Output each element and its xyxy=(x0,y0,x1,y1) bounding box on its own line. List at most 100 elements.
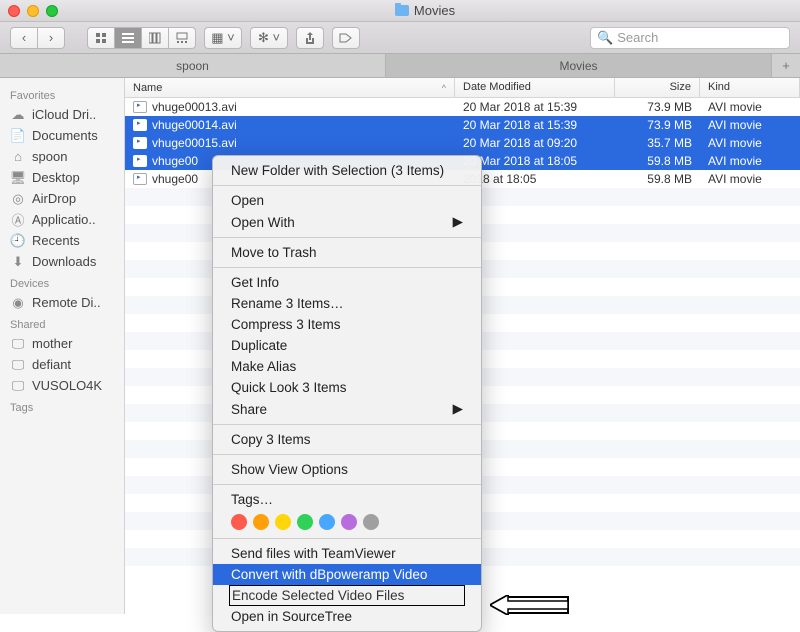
menu-tags-row xyxy=(213,510,481,534)
submenu-arrow-icon: ▶ xyxy=(453,214,463,230)
file-icon xyxy=(133,101,147,113)
col-size[interactable]: Size xyxy=(615,78,700,97)
new-tab-button[interactable]: + xyxy=(772,54,800,77)
menu-item[interactable]: Tags… xyxy=(213,489,481,510)
minimize-button[interactable] xyxy=(27,5,39,17)
menu-item[interactable]: Open With▶ xyxy=(213,211,481,233)
column-view-button[interactable] xyxy=(141,27,169,49)
action-button[interactable]: ✻ ˅ xyxy=(250,27,288,49)
menu-item[interactable]: Rename 3 Items… xyxy=(213,293,481,314)
share-button[interactable] xyxy=(296,27,324,49)
tag-color[interactable] xyxy=(253,514,269,530)
menu-item[interactable]: Quick Look 3 Items xyxy=(213,377,481,398)
menu-item[interactable]: New Folder with Selection (3 Items) xyxy=(213,160,481,181)
col-name[interactable]: Name^ xyxy=(125,78,455,97)
menu-item[interactable]: Copy 3 Items xyxy=(213,429,481,450)
maximize-button[interactable] xyxy=(46,5,58,17)
tag-color[interactable] xyxy=(231,514,247,530)
tag-color[interactable] xyxy=(363,514,379,530)
menu-item[interactable]: Duplicate xyxy=(213,335,481,356)
file-icon xyxy=(133,119,147,131)
sidebar-item-label: Documents xyxy=(32,128,98,143)
tag-color[interactable] xyxy=(319,514,335,530)
sidebar-item-recents[interactable]: 🕘Recents xyxy=(0,230,124,251)
sidebar-item-documents[interactable]: 📄 Documents xyxy=(0,125,124,146)
tags-button[interactable] xyxy=(332,27,360,49)
search-icon: 🔍 xyxy=(597,30,613,46)
file-icon xyxy=(133,155,147,167)
tag-color[interactable] xyxy=(275,514,291,530)
list-view-button[interactable] xyxy=(114,27,142,49)
menu-item[interactable]: Open in SourceTree xyxy=(213,606,481,627)
sidebar-item-spoon[interactable]: ⌂spoon xyxy=(0,146,124,167)
file-date: 20 Mar 2018 at 15:39 xyxy=(455,100,615,114)
sidebar-item-label: iCloud Dri.. xyxy=(32,107,96,122)
sidebar-item-label: VUSOLO4K xyxy=(32,378,102,393)
sidebar-item-defiant[interactable]: 🖵defiant xyxy=(0,354,124,375)
net-icon: 🖵 xyxy=(10,337,26,351)
annotation-arrow xyxy=(490,595,570,615)
file-kind: AVI movie xyxy=(700,118,800,132)
sidebar-item-label: Recents xyxy=(32,233,80,248)
tag-color[interactable] xyxy=(341,514,357,530)
cloud-icon: ☁ xyxy=(10,108,26,122)
forward-button[interactable]: › xyxy=(37,27,65,49)
table-row[interactable]: vhuge00014.avi 20 Mar 2018 at 15:39 73.9… xyxy=(125,116,800,134)
sidebar-item-label: Applicatio.. xyxy=(32,212,96,227)
menu-item[interactable]: Convert with dBpoweramp Video xyxy=(213,564,481,585)
menu-item[interactable]: Open xyxy=(213,190,481,211)
airdrop-icon: ◎ xyxy=(10,192,26,206)
menu-item[interactable]: Share▶ xyxy=(213,398,481,420)
sidebar-item-vusolok[interactable]: 🖵 VUSOLO4K xyxy=(0,375,124,396)
tag-color[interactable] xyxy=(297,514,313,530)
sidebar-item-desktop[interactable]: 🖥Desktop xyxy=(0,167,124,188)
tab-movies[interactable]: Movies xyxy=(386,54,772,77)
menu-item[interactable]: Compress 3 Items xyxy=(213,314,481,335)
file-size: 59.8 MB xyxy=(615,154,700,168)
menu-item-boxed[interactable]: Encode Selected Video Files xyxy=(229,585,465,606)
menu-item[interactable]: Make Alias xyxy=(213,356,481,377)
menu-separator xyxy=(213,185,481,186)
file-name: vhuge00013.avi xyxy=(152,100,237,114)
doc-icon: 📄 xyxy=(10,129,26,143)
file-size: 73.9 MB xyxy=(615,100,700,114)
col-date[interactable]: Date Modified xyxy=(455,78,615,97)
sidebar-item-label: AirDrop xyxy=(32,191,76,206)
col-kind[interactable]: Kind xyxy=(700,78,800,97)
sidebar-item-airdrop[interactable]: ◎ AirDrop xyxy=(0,188,124,209)
tab-spoon[interactable]: spoon xyxy=(0,54,386,77)
icon-view-button[interactable] xyxy=(87,27,115,49)
file-name: vhuge00014.avi xyxy=(152,118,237,132)
menu-item[interactable]: Get Info xyxy=(213,272,481,293)
file-size: 59.8 MB xyxy=(615,172,700,186)
table-row[interactable]: vhuge00013.avi 20 Mar 2018 at 15:39 73.9… xyxy=(125,98,800,116)
sidebar-item-applicatio[interactable]: ⒶApplicatio.. xyxy=(0,209,124,230)
menu-item[interactable]: Move to Trash xyxy=(213,242,481,263)
file-kind: AVI movie xyxy=(700,172,800,186)
sidebar-item-remotedi[interactable]: ◉Remote Di.. xyxy=(0,292,124,313)
net-icon: 🖵 xyxy=(10,379,26,393)
search-placeholder: Search xyxy=(617,30,658,45)
file-size: 35.7 MB xyxy=(615,136,700,150)
sidebar-heading: Shared xyxy=(0,313,124,333)
sidebar-item-label: spoon xyxy=(32,149,67,164)
back-button[interactable]: ‹ xyxy=(10,27,38,49)
sidebar-item-mother[interactable]: 🖵mother xyxy=(0,333,124,354)
group-button[interactable]: ▦ ˅ xyxy=(204,27,242,49)
view-buttons xyxy=(87,27,196,49)
title-text: Movies xyxy=(414,3,455,18)
file-size: 73.9 MB xyxy=(615,118,700,132)
sidebar-item-iclouddri[interactable]: ☁ iCloud Dri.. xyxy=(0,104,124,125)
close-button[interactable] xyxy=(8,5,20,17)
search-field[interactable]: 🔍 Search xyxy=(590,27,790,49)
sidebar-heading: Devices xyxy=(0,272,124,292)
menu-item[interactable]: Send files with TeamViewer xyxy=(213,543,481,564)
table-row[interactable]: vhuge00015.avi 20 Mar 2018 at 09:20 35.7… xyxy=(125,134,800,152)
context-menu: New Folder with Selection (3 Items)OpenO… xyxy=(212,155,482,632)
file-kind: AVI movie xyxy=(700,154,800,168)
gallery-view-button[interactable] xyxy=(168,27,196,49)
file-icon xyxy=(133,173,147,185)
menu-item[interactable]: Show View Options xyxy=(213,459,481,480)
sidebar-item-downloads[interactable]: ⬇Downloads xyxy=(0,251,124,272)
desktop-icon: 🖥 xyxy=(10,171,26,185)
